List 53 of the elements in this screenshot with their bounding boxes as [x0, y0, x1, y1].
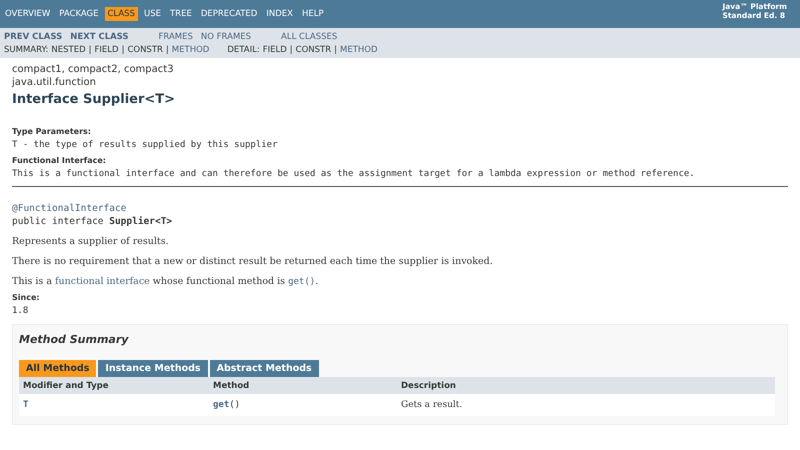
description-text: This is a functional interface whose functional method is get(). — [12, 276, 320, 287]
detail-label: DETAIL: — [227, 45, 260, 55]
method-filter-tab[interactable]: Instance Methods — [98, 360, 208, 377]
nav-link[interactable]: USE — [140, 7, 164, 21]
column-header: Method — [213, 380, 250, 390]
method-signature: get() — [213, 400, 242, 410]
type-parameter-text: T - the type of results supplied by this supplier — [12, 140, 279, 150]
method-description: Gets a result. — [401, 400, 464, 410]
detail-item-text: CONSTR — [296, 45, 332, 55]
functional-interface-label: Functional Interface: — [12, 156, 107, 165]
method-filter-tab[interactable]: Abstract Methods — [210, 360, 319, 377]
nav-link[interactable]: INDEX — [263, 7, 296, 21]
separator: | — [122, 45, 124, 55]
nav-link[interactable]: NO FRAMES — [200, 32, 252, 42]
get-method-link[interactable]: get() — [288, 277, 316, 287]
functional-interface-link[interactable]: functional interface — [55, 276, 150, 287]
nav-link[interactable]: DEPRECATED — [198, 7, 260, 21]
nav-link[interactable]: CLASS — [104, 7, 138, 21]
summary-link[interactable]: METHOD — [172, 45, 210, 55]
nav-link[interactable]: FRAMES — [158, 32, 193, 42]
detail-item-text: FIELD — [262, 45, 287, 55]
package-name: java.util.function — [12, 76, 97, 89]
annotation-link[interactable]: @FunctionalInterface — [12, 203, 788, 214]
separator: | — [334, 45, 337, 55]
summary-item-text: NESTED — [51, 45, 86, 55]
separator: | — [290, 45, 293, 55]
description-text: There is no requirement that a new or distinct result be returned each time the supplier is invoked. — [12, 256, 494, 267]
nav-link[interactable]: NEXT CLASS — [70, 32, 129, 42]
summary-label: SUMMARY: — [4, 45, 48, 55]
since-value: 1.8 — [12, 306, 30, 316]
profiles-text: compact1, compact2, compact3 — [12, 63, 175, 76]
detail-link[interactable]: METHOD — [340, 45, 378, 55]
nav-link[interactable]: TREE — [166, 7, 195, 21]
nav-link[interactable]: PACKAGE — [56, 7, 102, 21]
nav-link[interactable]: OVERVIEW — [2, 7, 54, 21]
nav-link[interactable]: HELP — [298, 7, 327, 21]
summary-item-text: FIELD — [94, 45, 119, 55]
declaration-text: public interface Supplier<T> — [12, 216, 174, 227]
type-link[interactable]: T — [23, 400, 28, 410]
summary-item-text: CONSTR — [127, 45, 163, 55]
type-parameters-label: Type Parameters: — [12, 127, 92, 136]
description-text: Represents a supplier of results. — [12, 236, 170, 247]
nav-link[interactable]: ALL CLASSES — [281, 32, 338, 42]
page-title: Interface Supplier<T> — [12, 92, 176, 107]
nav-link[interactable]: PREV CLASS — [4, 32, 62, 42]
functional-interface-text: This is a functional interface and can therefore be used as the assignment target for a lambda expression or method reference. — [12, 169, 696, 179]
method-summary-title: Method Summary — [19, 333, 130, 346]
column-header: Modifier and Type — [23, 380, 110, 390]
method-filter-tab[interactable]: All Methods — [19, 360, 96, 377]
separator: | — [166, 45, 169, 55]
separator: | — [88, 45, 92, 55]
since-label: Since: — [12, 293, 41, 302]
column-header: Description — [401, 380, 457, 390]
